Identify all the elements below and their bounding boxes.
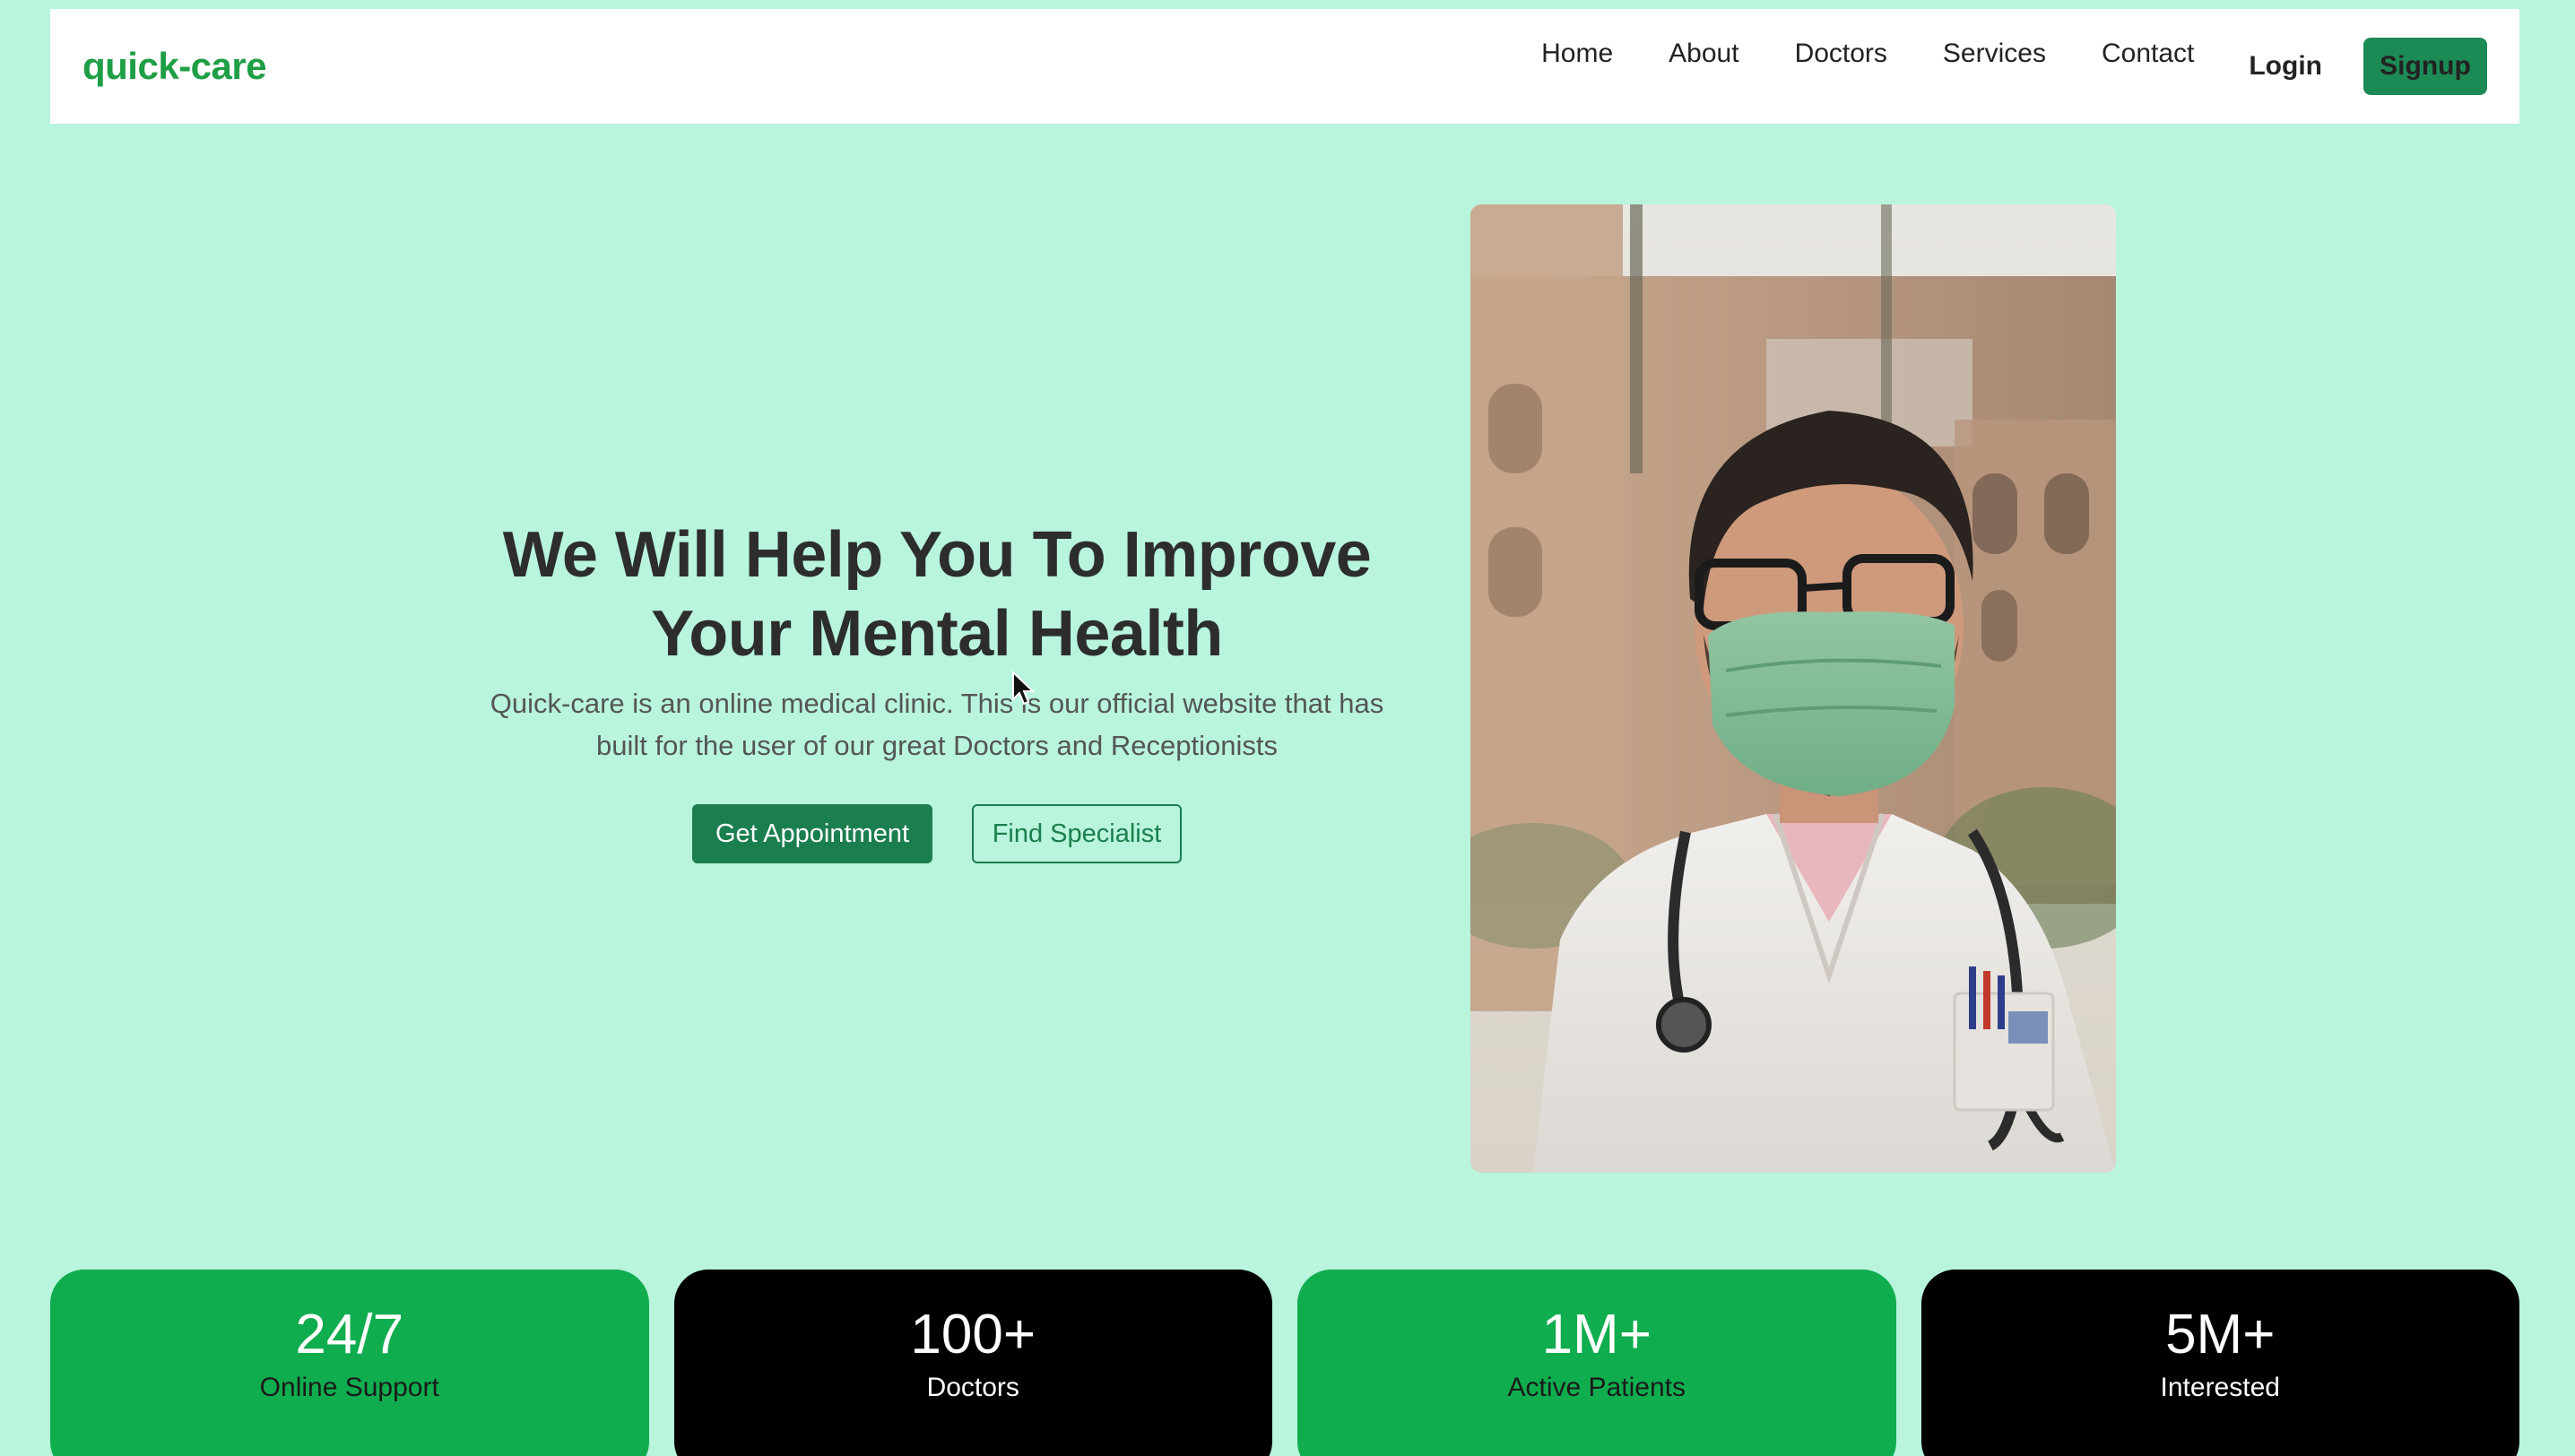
find-specialist-button[interactable]: Find Specialist — [972, 804, 1182, 863]
nav-link-contact[interactable]: Contact — [2102, 27, 2194, 81]
doctor-illustration — [1470, 204, 2116, 1173]
hero-title-line-2: Your Mental Health — [651, 598, 1223, 670]
mouse-cursor-icon — [1012, 671, 1036, 706]
stat-value: 1M+ — [1541, 1304, 1652, 1365]
hero-section: We Will Help You To Improve Your Mental … — [448, 516, 1426, 863]
hero-actions: Get Appointment Find Specialist — [448, 804, 1426, 863]
nav-link-doctors[interactable]: Doctors — [1795, 27, 1887, 81]
doctor-photo — [1470, 204, 2116, 1173]
hero-title-line-1: We Will Help You To Improve — [502, 519, 1372, 591]
stat-card-online-support: 24/7 Online Support — [50, 1270, 649, 1456]
hero-description: Quick-care is an online medical clinic. … — [448, 682, 1426, 767]
brand-logo[interactable]: quick-care — [82, 45, 267, 88]
nav-link-home[interactable]: Home — [1541, 27, 1613, 81]
navbar: quick-care Home About Doctors Services C… — [50, 9, 2519, 124]
hero-title: We Will Help You To Improve Your Mental … — [448, 516, 1426, 673]
stat-label: Doctors — [926, 1373, 1019, 1402]
stat-card-doctors: 100+ Doctors — [673, 1270, 1272, 1456]
page: quick-care Home About Doctors Services C… — [0, 0, 2575, 1456]
get-appointment-button[interactable]: Get Appointment — [692, 804, 932, 863]
nav-links: Home About Doctors Services Contact — [1513, 9, 2222, 124]
nav-link-about[interactable]: About — [1669, 27, 1738, 81]
stat-label: Online Support — [259, 1373, 439, 1402]
stats-row: 24/7 Online Support 100+ Doctors 1M+ Act… — [50, 1270, 2519, 1456]
stat-label: Active Patients — [1507, 1373, 1686, 1402]
nav-link-services[interactable]: Services — [1943, 27, 2046, 81]
stat-value: 100+ — [910, 1304, 1036, 1365]
stat-label: Interested — [2160, 1373, 2280, 1402]
nav-right: Home About Doctors Services Contact Logi… — [1513, 9, 2487, 124]
login-button[interactable]: Login — [2249, 51, 2322, 82]
signup-button[interactable]: Signup — [2363, 38, 2487, 95]
stat-card-active-patients: 1M+ Active Patients — [1297, 1270, 1896, 1456]
hero-description-line-1: Quick-care is an online medical clinic. … — [490, 688, 1384, 719]
hero-description-line-2: built for the user of our great Doctors … — [596, 730, 1278, 761]
stat-card-interested: 5M+ Interested — [1920, 1270, 2519, 1456]
stat-value: 24/7 — [295, 1304, 404, 1365]
stat-value: 5M+ — [2165, 1304, 2276, 1365]
